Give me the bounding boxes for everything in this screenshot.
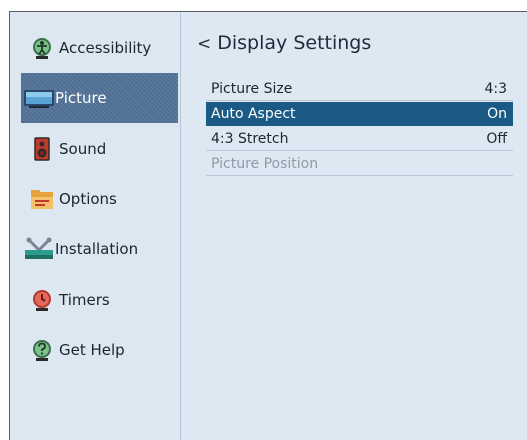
speaker-icon: [34, 137, 50, 161]
menu-item-label: Picture Size: [211, 80, 293, 97]
page-title: Display Settings: [217, 32, 372, 54]
sidebar-item-sound[interactable]: Sound: [21, 124, 178, 174]
menu-item-auto-aspect[interactable]: Auto Aspect On: [206, 102, 513, 126]
picture-monitor-icon: [24, 90, 54, 108]
menu-item-label: Picture Position: [211, 155, 319, 172]
options-folder-icon: [31, 190, 53, 209]
accessibility-icon: [33, 38, 51, 59]
sidebar-item-timers[interactable]: Timers: [21, 275, 178, 325]
menu-item-picture-size[interactable]: Picture Size 4:3: [206, 77, 513, 101]
menu-item-value: 4:3: [484, 80, 507, 97]
menu-item-label: Auto Aspect: [211, 105, 296, 122]
sidebar-item-get-help[interactable]: Get Help: [21, 325, 178, 375]
settings-window: Accessibility Picture Sound Options Inst…: [9, 11, 527, 440]
sidebar-item-label: Picture: [55, 89, 107, 107]
breadcrumb[interactable]: < Display Settings: [197, 32, 371, 54]
back-chevron-icon[interactable]: <: [197, 34, 211, 54]
sidebar-item-label: Get Help: [59, 341, 125, 359]
sidebar-item-label: Accessibility: [59, 39, 152, 57]
sidebar-item-label: Installation: [55, 240, 139, 258]
menu-item-value: On: [487, 105, 507, 122]
sidebar-item-label: Sound: [59, 140, 107, 158]
sidebar-item-label: Timers: [59, 291, 110, 309]
menu-item-label: 4:3 Stretch: [211, 130, 289, 147]
installation-tools-icon: [25, 237, 53, 259]
sidebar-item-picture[interactable]: Picture: [21, 73, 178, 123]
help-icon: [33, 340, 51, 361]
menu-item-picture-position: Picture Position: [206, 152, 513, 176]
timer-icon: [33, 290, 51, 311]
menu-item-value: Off: [486, 130, 507, 147]
menu-item-stretch[interactable]: 4:3 Stretch Off: [206, 127, 513, 151]
sidebar-item-accessibility[interactable]: Accessibility: [21, 23, 178, 73]
sidebar-item-installation[interactable]: Installation: [21, 224, 178, 274]
settings-panel: < Display Settings Picture Size 4:3 Auto …: [181, 12, 527, 440]
sidebar-item-label: Options: [59, 190, 117, 208]
sidebar: Accessibility Picture Sound Options Inst…: [10, 12, 181, 440]
sidebar-item-options[interactable]: Options: [21, 174, 178, 224]
